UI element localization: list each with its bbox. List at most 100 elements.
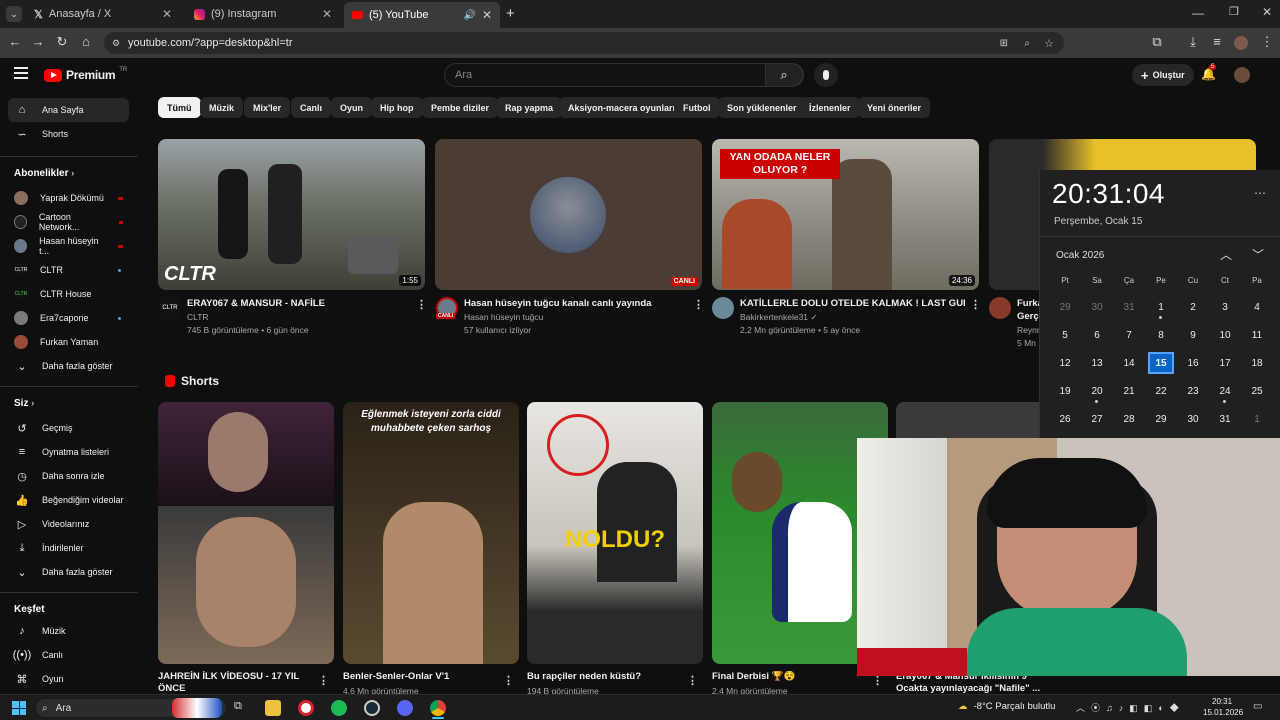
calendar-day[interactable]: 13 <box>1084 352 1110 374</box>
channel-name[interactable]: Reynm <box>1017 325 1041 335</box>
calendar-day[interactable]: 28 <box>1116 408 1142 430</box>
calendar-day[interactable]: 10 <box>1212 324 1238 346</box>
calendar-day[interactable]: 23 <box>1180 380 1206 402</box>
calendar-day[interactable]: 9 <box>1180 324 1206 346</box>
avatar[interactable] <box>989 297 1011 319</box>
calendar-day[interactable]: 12 <box>1052 352 1078 374</box>
chrome-icon[interactable] <box>430 700 446 716</box>
site-info-icon[interactable]: ⚙ <box>112 38 120 49</box>
forward-icon[interactable]: → <box>29 34 47 49</box>
close-window-button[interactable]: ✕ <box>1262 5 1272 19</box>
sidebar-sub-cltr[interactable]: CLTR CLTR <box>8 258 129 282</box>
notification-icon[interactable]: ▭ <box>1253 701 1262 712</box>
calendar-day[interactable]: 31 <box>1212 408 1238 430</box>
create-button[interactable]: + Oluştur <box>1132 64 1194 86</box>
downloads-icon[interactable]: ⤓ <box>1184 34 1202 50</box>
calendar-day[interactable]: 30 <box>1180 408 1206 430</box>
channel-name[interactable]: CLTR <box>187 312 209 322</box>
video-title[interactable]: ERAY067 & MANSUR - NAFİLE <box>187 298 412 309</box>
sidebar-item-playlists[interactable]: ≡ Oynatma listeleri <box>8 440 129 464</box>
close-icon[interactable]: ✕ <box>482 8 492 22</box>
calendar-day[interactable]: 1 <box>1148 296 1174 318</box>
calendar-day[interactable]: 6 <box>1084 324 1110 346</box>
calendar-day[interactable]: 19 <box>1052 380 1078 402</box>
calendar-day[interactable]: 14 <box>1116 352 1142 374</box>
task-view-icon[interactable]: ⧉ <box>234 700 242 713</box>
chip[interactable]: Hip hop <box>371 97 423 118</box>
sidebar-subs-show-more[interactable]: ⌄ Daha fazla göster <box>8 354 129 378</box>
calendar-day[interactable]: 15 <box>1148 352 1174 374</box>
chip[interactable]: Pembe diziler <box>422 97 499 118</box>
minimize-button[interactable]: — <box>1192 6 1204 20</box>
calendar-day[interactable]: 8 <box>1148 324 1174 346</box>
tab-instagram[interactable]: (9) Instagram ✕ <box>186 4 340 24</box>
sidebar-sub-cartoon[interactable]: Cartoon Network... <box>8 210 129 234</box>
home-icon[interactable]: ⌂ <box>77 34 95 49</box>
avatar[interactable] <box>712 297 734 319</box>
channel-name[interactable]: Hasan hüseyin tuğcu <box>464 312 543 322</box>
video-title[interactable]: Hasan hüseyin tuğcu kanalı canlı yayında <box>464 298 689 309</box>
search-box[interactable]: Ara ⌕ <box>444 63 804 87</box>
profile-avatar[interactable] <box>1234 36 1248 50</box>
search-button[interactable]: ⌕ <box>765 63 803 87</box>
url-field[interactable]: ⚙ youtube.com/?app=desktop&hl=tr ⊞ ⌕ ☆ <box>104 32 1064 54</box>
video-title[interactable]: KATİLLERLE DOLU OTELDE KALMAK ! LAST GUE… <box>740 298 965 309</box>
calendar-day[interactable]: 21 <box>1116 380 1142 402</box>
more-options-icon[interactable]: ⋮ <box>318 674 329 687</box>
short-thumbnail[interactable] <box>158 402 334 664</box>
opera-icon[interactable] <box>298 700 314 716</box>
calendar-day[interactable]: 27 <box>1084 408 1110 430</box>
sidebar-sub-cltr-house[interactable]: CLTR CLTR House <box>8 282 129 306</box>
channel-name[interactable]: Bakirkertenkele31 ✓ <box>740 312 818 323</box>
discord-icon[interactable] <box>397 700 413 716</box>
file-explorer-icon[interactable] <box>265 700 281 716</box>
speaker-icon[interactable]: 🔊 <box>463 10 475 21</box>
sidebar-item-gaming[interactable]: ⌘ Oyun <box>8 667 129 691</box>
month-title[interactable]: Ocak 2026 <box>1056 250 1104 261</box>
sidebar-sub-yaprak[interactable]: Yaprak Dökümü <box>8 186 129 210</box>
calendar-day[interactable]: 18 <box>1244 352 1270 374</box>
tab-list-button[interactable]: ⌄ <box>6 6 22 22</box>
calendar-day[interactable]: 5 <box>1052 324 1078 346</box>
tray-icons[interactable]: ︿⦿♫♪◧◧◐◆ <box>1076 701 1185 714</box>
sidebar-item-downloads[interactable]: ⤓ İndirilenler <box>8 536 129 560</box>
account-avatar[interactable] <box>1234 67 1250 83</box>
chip[interactable]: İzlenenler <box>800 97 860 118</box>
calendar-day[interactable]: 4 <box>1244 296 1270 318</box>
weather-widget[interactable]: ☁ -8°C Parçalı bulutlu <box>958 701 1055 712</box>
chip[interactable]: Futbol <box>674 97 720 118</box>
video-thumbnail[interactable]: CANLI <box>435 139 702 290</box>
sidebar-item-your-videos[interactable]: ▷ Videolarınız <box>8 512 129 536</box>
calendar-day[interactable]: 22 <box>1148 380 1174 402</box>
menu-icon[interactable]: ⋮ <box>1258 34 1276 50</box>
short-thumbnail[interactable]: Eğlenmek isteyeni zorla ciddi muhabbete … <box>343 402 519 664</box>
short-title[interactable]: JAHREİN İLK VİDEOSU - 17 YIL ÖNCE <box>158 671 308 695</box>
steam-icon[interactable] <box>364 700 380 716</box>
clock-date[interactable]: Perşembe, Ocak 15 <box>1054 216 1142 227</box>
extensions-icon[interactable]: ⧉ <box>1148 34 1166 50</box>
close-icon[interactable]: ✕ <box>322 7 332 21</box>
next-month-icon[interactable]: ﹀ <box>1252 246 1264 263</box>
new-tab-button[interactable]: + <box>506 5 515 22</box>
sidebar-sub-era7capone[interactable]: Era7capone <box>8 306 129 330</box>
video-thumbnail[interactable]: YAN ODADA NELER OLUYOR ? 24:36 <box>712 139 979 290</box>
calendar-day[interactable]: 26 <box>1052 408 1078 430</box>
calendar-day[interactable]: 31 <box>1116 296 1142 318</box>
chip[interactable]: Oyun <box>331 97 373 118</box>
sidebar-item-shorts[interactable]: ∽ Shorts <box>8 122 129 146</box>
chip[interactable]: Yeni öneriler <box>858 97 931 118</box>
calendar-day[interactable]: 17 <box>1212 352 1238 374</box>
short-title[interactable]: Benler-Senler-Onlar V'1 <box>343 671 493 682</box>
sidebar-sub-hasan[interactable]: Hasan hüseyin t... <box>8 234 129 258</box>
start-button[interactable] <box>12 701 26 715</box>
sidebar-you-show-more[interactable]: ⌄ Daha fazla göster <box>8 560 129 584</box>
calendar-day[interactable]: 29 <box>1148 408 1174 430</box>
zoom-icon[interactable]: ⌕ <box>1024 38 1030 49</box>
short-title[interactable]: Bu rapçiler neden küstü? <box>527 671 677 682</box>
taskbar-clock-time[interactable]: 20:31 <box>1212 697 1232 706</box>
calendar-day[interactable]: 30 <box>1084 296 1110 318</box>
sidebar-sub-furkan[interactable]: Furkan Yaman <box>8 330 129 354</box>
media-icon[interactable]: ≡ <box>1208 34 1226 49</box>
sidebar-item-history[interactable]: ↺ Geçmiş <box>8 416 129 440</box>
tab-x[interactable]: 𝕏 Anasayfa / X ✕ <box>26 4 180 24</box>
